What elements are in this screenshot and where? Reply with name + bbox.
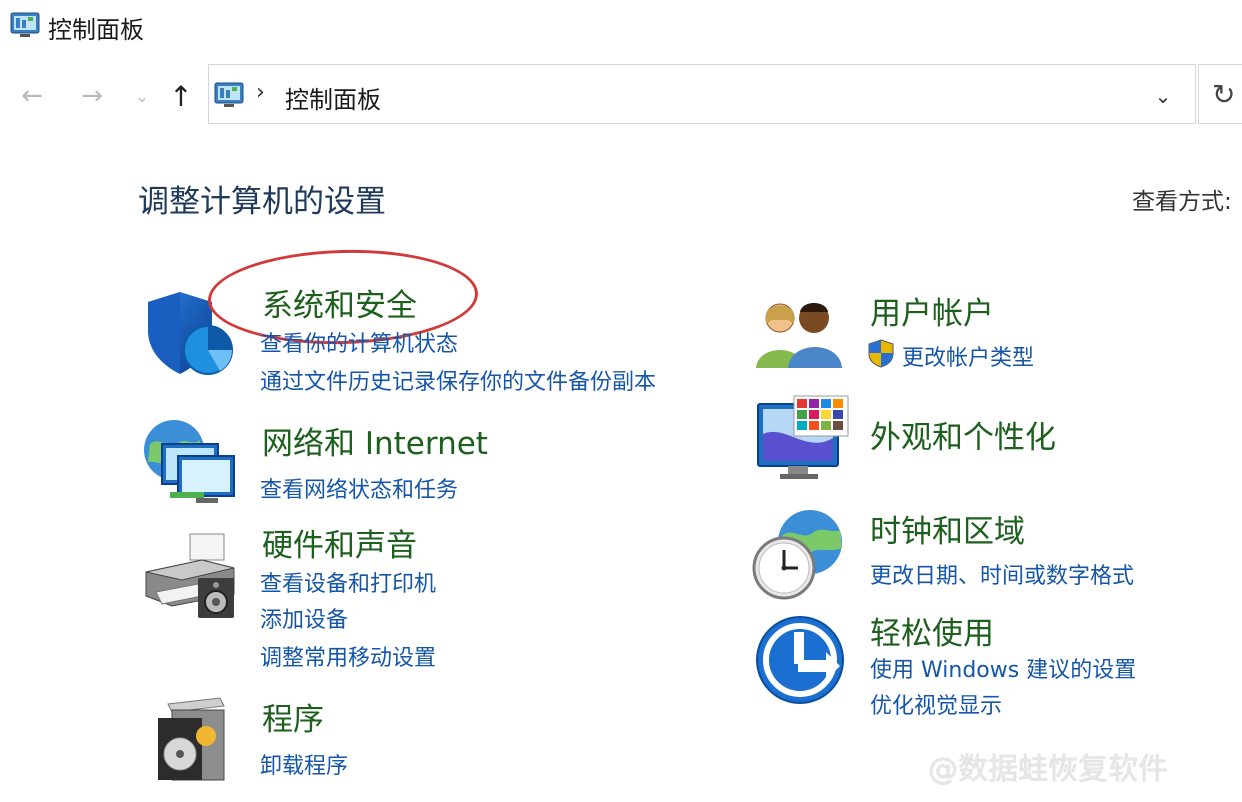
back-button[interactable]: ← [14, 80, 50, 112]
link-mobility-settings[interactable]: 调整常用移动设置 [260, 640, 436, 672]
clock-globe-icon[interactable] [752, 506, 848, 602]
link-uninstall-program[interactable]: 卸载程序 [260, 748, 348, 780]
category-network-internet[interactable]: 网络和 Internet [262, 418, 488, 463]
breadcrumb-separator-icon: › [256, 80, 265, 105]
watermark: @数据蛙恢复软件 [928, 752, 1168, 787]
chevron-down-icon: ⌄ [135, 86, 149, 106]
link-change-account-type[interactable]: 更改帐户类型 [902, 340, 1034, 372]
breadcrumb[interactable]: 控制面板 [285, 80, 381, 115]
link-add-device[interactable]: 添加设备 [260, 602, 348, 634]
refresh-icon: ↻ [1212, 78, 1236, 111]
programs-icon[interactable] [150, 696, 246, 792]
ease-of-access-icon[interactable] [754, 614, 850, 710]
category-ease-of-access[interactable]: 轻松使用 [870, 608, 994, 653]
title-bar [0, 0, 1242, 52]
category-hardware-sound[interactable]: 硬件和声音 [262, 520, 417, 565]
category-user-accounts[interactable]: 用户帐户 [870, 288, 994, 333]
appearance-icon[interactable] [756, 394, 852, 490]
up-arrow-icon: ↑ [169, 79, 193, 113]
back-arrow-icon: ← [21, 81, 43, 111]
link-optimize-visual-display[interactable]: 优化视觉显示 [870, 688, 1002, 720]
link-windows-recommended-settings[interactable]: 使用 Windows 建议的设置 [870, 652, 1136, 684]
link-view-computer-status[interactable]: 查看你的计算机状态 [260, 326, 458, 358]
view-by-label: 查看方式: [1132, 189, 1232, 215]
uac-shield-icon [866, 338, 896, 368]
printer-icon[interactable] [142, 532, 238, 628]
up-button[interactable]: ↑ [164, 78, 198, 114]
chevron-down-icon: ⌄ [1154, 84, 1172, 108]
page-title: 调整计算机的设置 [138, 184, 386, 220]
window-title: 控制面板 [48, 16, 144, 44]
category-system-security[interactable]: 系统和安全 [262, 280, 417, 325]
forward-button[interactable]: → [74, 80, 110, 112]
category-clock-region[interactable]: 时钟和区域 [870, 506, 1025, 551]
control-panel-icon [214, 82, 244, 108]
control-panel-icon [10, 12, 40, 38]
category-programs[interactable]: 程序 [262, 694, 324, 739]
recent-locations-button[interactable]: ⌄ [130, 82, 154, 110]
link-file-history-backup[interactable]: 通过文件历史记录保存你的文件备份副本 [260, 364, 656, 396]
link-devices-printers[interactable]: 查看设备和打印机 [260, 566, 436, 598]
forward-arrow-icon: → [81, 81, 103, 111]
users-icon[interactable] [754, 296, 850, 392]
category-appearance[interactable]: 外观和个性化 [870, 412, 1056, 457]
link-network-status[interactable]: 查看网络状态和任务 [260, 472, 458, 504]
network-icon[interactable] [140, 416, 236, 512]
address-dropdown-button[interactable]: ⌄ [1150, 82, 1176, 110]
link-change-date-time-format[interactable]: 更改日期、时间或数字格式 [870, 558, 1134, 590]
